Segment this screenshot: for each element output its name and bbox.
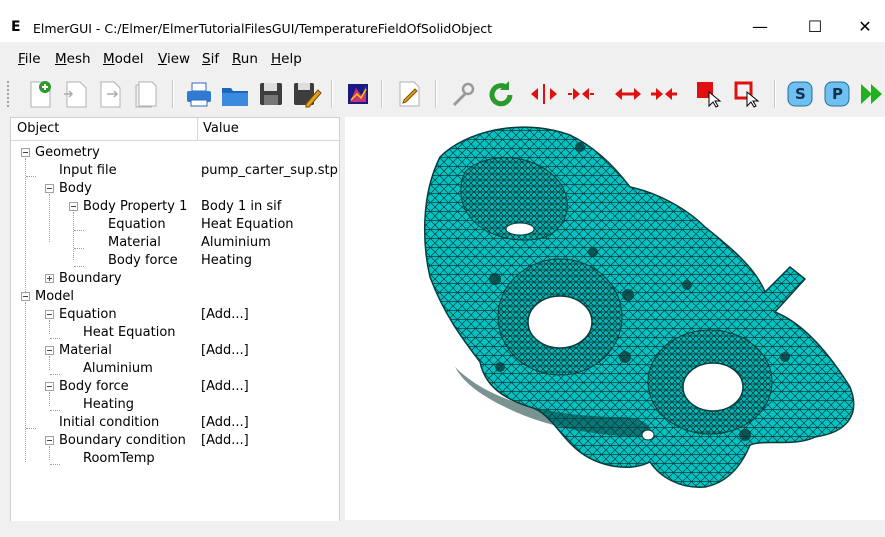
collapse-icon[interactable] xyxy=(21,292,30,301)
menu-sif[interactable]: Sif xyxy=(202,51,219,67)
object-tree-panel: Object Value Geometry Input file pump_ca… xyxy=(10,117,340,522)
menu-bar: File Mesh Model View Sif Run Help xyxy=(0,48,885,70)
expand-icon[interactable] xyxy=(45,274,54,283)
new-document-icon[interactable] xyxy=(25,78,57,110)
run-icon[interactable] xyxy=(857,78,885,110)
tree-item-input-file[interactable]: Input file pump_carter_sup.stp xyxy=(11,162,339,180)
printer-icon[interactable] xyxy=(183,78,215,110)
menu-file[interactable]: File xyxy=(18,51,41,67)
toolbar: S P xyxy=(0,72,885,116)
unify-horizontal-icon[interactable] xyxy=(565,78,597,110)
divide-edges-icon[interactable] xyxy=(612,78,644,110)
minimize-button[interactable]: — xyxy=(740,12,780,42)
collapse-icon[interactable] xyxy=(21,148,30,157)
menu-help[interactable]: Help xyxy=(271,51,302,67)
right-hole xyxy=(682,362,744,412)
tree-item-initial-condition[interactable]: Initial condition [Add...] xyxy=(11,414,339,432)
divide-horizontal-icon[interactable] xyxy=(528,78,560,110)
tree-item-model-material[interactable]: Material [Add...] xyxy=(11,342,339,360)
collapse-icon[interactable] xyxy=(45,436,54,445)
load-document-icon[interactable] xyxy=(95,78,127,110)
tree-item-model-body-force[interactable]: Body force [Add...] xyxy=(11,378,339,396)
tools-icon[interactable] xyxy=(447,78,479,110)
tree-item-body-property-1[interactable]: Body Property 1 Body 1 in sif xyxy=(11,198,339,216)
edit-sif-icon[interactable] xyxy=(393,78,425,110)
open-folder-icon[interactable] xyxy=(219,78,251,110)
value-column-header[interactable]: Value xyxy=(203,121,239,136)
tree-item-boundary-condition[interactable]: Boundary condition [Add...] xyxy=(11,432,339,450)
tree-item-equation[interactable]: Equation Heat Equation xyxy=(11,216,339,234)
tree-item-material[interactable]: Material Aluminium xyxy=(11,234,339,252)
refresh-icon[interactable] xyxy=(485,78,517,110)
lug-hole xyxy=(641,429,655,441)
add-body-force-link[interactable]: [Add...] xyxy=(201,379,249,394)
solver-icon[interactable]: S xyxy=(784,78,816,110)
maximize-button[interactable]: ☐ xyxy=(795,12,835,42)
collapse-icon[interactable] xyxy=(45,382,54,391)
tree-item-roomtemp[interactable]: RoomTemp xyxy=(11,450,339,468)
object-column-header[interactable]: Object xyxy=(17,121,59,136)
tree-item-geometry[interactable]: Geometry xyxy=(11,144,339,162)
toolbar-grip xyxy=(6,80,10,108)
collapse-icon[interactable] xyxy=(45,346,54,355)
add-boundary-condition-link[interactable]: [Add...] xyxy=(201,433,249,448)
mesh-viewport[interactable] xyxy=(345,117,885,520)
menu-mesh[interactable]: Mesh xyxy=(55,51,91,67)
central-hole xyxy=(527,295,593,349)
select-surface-icon[interactable] xyxy=(693,78,725,110)
surface-icon[interactable] xyxy=(342,78,374,110)
menu-run[interactable]: Run xyxy=(232,51,258,67)
unify-edges-icon[interactable] xyxy=(648,78,680,110)
tree-item-boundary[interactable]: Boundary xyxy=(11,270,339,288)
collapse-icon[interactable] xyxy=(45,184,54,193)
tree-item-heating[interactable]: Heating xyxy=(11,396,339,414)
add-initial-condition-link[interactable]: [Add...] xyxy=(201,415,249,430)
elmer-app-icon: E xyxy=(11,19,21,35)
tree-item-heat-equation[interactable]: Heat Equation xyxy=(11,324,339,342)
pump-carter-mesh[interactable] xyxy=(345,117,885,520)
tree-item-model-equation[interactable]: Equation [Add...] xyxy=(11,306,339,324)
hole-small-top xyxy=(505,222,535,236)
tree-item-model[interactable]: Model xyxy=(11,288,339,306)
title-bar: E ElmerGUI - C:/Elmer/ElmerTutorialFiles… xyxy=(0,0,885,42)
save-as-icon[interactable] xyxy=(290,78,322,110)
tree-header: Object Value xyxy=(11,118,339,141)
add-material-link[interactable]: [Add...] xyxy=(201,343,249,358)
tree-item-aluminium[interactable]: Aluminium xyxy=(11,360,339,378)
save-document-icon[interactable] xyxy=(130,78,162,110)
select-edge-icon[interactable] xyxy=(731,78,763,110)
close-button[interactable]: ✕ xyxy=(845,12,885,42)
tree-item-body[interactable]: Body xyxy=(11,180,339,198)
parallel-icon[interactable]: P xyxy=(821,78,853,110)
tree-item-body-force[interactable]: Body force Heating xyxy=(11,252,339,270)
collapse-icon[interactable] xyxy=(69,202,78,211)
add-equation-link[interactable]: [Add...] xyxy=(201,307,249,322)
menu-model[interactable]: Model xyxy=(103,51,144,67)
window-title: ElmerGUI - C:/Elmer/ElmerTutorialFilesGU… xyxy=(33,21,493,36)
status-bar xyxy=(0,521,885,537)
input-file-value: pump_carter_sup.stp xyxy=(201,163,338,178)
open-document-icon[interactable] xyxy=(60,78,92,110)
collapse-icon[interactable] xyxy=(45,310,54,319)
menu-view[interactable]: View xyxy=(158,51,190,67)
save-disk-icon[interactable] xyxy=(255,78,287,110)
